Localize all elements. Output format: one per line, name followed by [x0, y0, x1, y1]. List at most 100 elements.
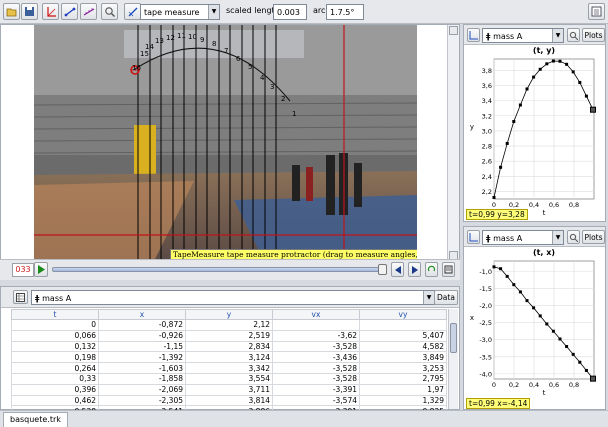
tape-tool-icon[interactable]	[124, 3, 141, 20]
x-tick-label: 0,6	[549, 201, 559, 209]
video-scene	[34, 25, 417, 261]
calibration-stick-icon[interactable]	[61, 3, 78, 20]
chevron-down-icon[interactable]: ▼	[208, 5, 219, 19]
coordinate-axes-icon[interactable]	[42, 3, 59, 20]
plot-track-select[interactable]: ǂ mass A ▼	[482, 28, 564, 43]
data-point	[578, 360, 582, 364]
chevron-down-icon[interactable]: ▼	[552, 231, 563, 244]
open-file-icon[interactable]	[3, 3, 20, 20]
table-cell: -0,872	[98, 319, 186, 331]
table-cell: 3,814	[185, 394, 273, 407]
table-row[interactable]: 0,33 -1,858 3,554 -3,528 2,795	[11, 372, 447, 385]
data-point	[538, 67, 542, 71]
table-cell: 2,834	[185, 340, 273, 353]
y-tick-label: 3,0	[482, 127, 492, 135]
table-cell: 1,329	[359, 394, 447, 407]
tape-label: 10	[188, 33, 197, 41]
table-vertical-scrollbar[interactable]	[448, 309, 458, 409]
table-cell: -1,603	[98, 362, 186, 374]
video-panel: 1 2 3 4 5 6 7 8 9 10 11 12 13 14 15 16 TapeMeasure tape…	[0, 24, 460, 280]
video-vertical-scrollbar[interactable]	[447, 25, 459, 261]
column-header[interactable]: vx	[272, 309, 360, 320]
zoom-icon[interactable]	[101, 3, 118, 20]
tool-select[interactable]: tape measure ▼	[140, 4, 220, 20]
plot-title: (t, y)	[533, 46, 555, 55]
plot-axes-icon[interactable]	[467, 230, 480, 244]
frame-number[interactable]: 033	[12, 263, 34, 277]
y-tick-label: 2,6	[482, 158, 492, 166]
table-cell: 1,97	[359, 383, 447, 396]
chevron-down-icon[interactable]: ▼	[423, 291, 434, 304]
tape-label: 6	[236, 55, 241, 63]
table-row[interactable]: 0,264 -1,603 3,342 -3,528 3,253	[11, 362, 447, 374]
plot-track-name: mass A	[493, 32, 523, 41]
data-point	[532, 306, 536, 310]
slider-thumb[interactable]	[378, 264, 387, 275]
chevron-down-icon[interactable]: ▼	[552, 29, 563, 42]
x-tick-label: 0,8	[569, 381, 579, 389]
table-cell: -3,391	[272, 383, 360, 396]
column-header[interactable]: t	[11, 309, 99, 320]
plots-button[interactable]: Plots	[582, 28, 605, 42]
scroll-thumb[interactable]	[450, 323, 457, 353]
plot-axes-icon[interactable]	[467, 28, 480, 42]
tab-basquete[interactable]: basquete.trk	[3, 412, 68, 427]
table-row[interactable]: 0,396 -2,069 3,711 -3,391 1,97	[11, 383, 447, 396]
plot-track-select[interactable]: ǂ mass A ▼	[482, 230, 564, 245]
data-point	[538, 314, 542, 318]
tape-label: 2	[281, 95, 286, 103]
video-frame[interactable]: 1 2 3 4 5 6 7 8 9 10 11 12 13 14 15 16 TapeMeasure tape…	[34, 25, 417, 261]
data-point	[565, 345, 569, 349]
settings-icon[interactable]	[442, 262, 455, 277]
plots-button[interactable]: Plots	[582, 230, 605, 244]
plot-canvas[interactable]: (t, y) 2,2 2,4 2,6 2,8 3,0 3,2 3,4 3,6 3,8 0 0,2 0,4…	[464, 45, 605, 221]
scroll-up-icon[interactable]	[449, 26, 458, 35]
table-row[interactable]: 0 -0,872 2,12	[11, 319, 447, 331]
step-forward-icon[interactable]	[408, 262, 421, 277]
x-tick-label: 0	[492, 381, 496, 389]
data-point	[532, 75, 536, 79]
table-track-name: mass A	[42, 294, 72, 303]
tape-label: 11	[177, 32, 186, 40]
table-track-select[interactable]: ǂ mass A ▼	[31, 290, 435, 305]
table-cell: 0,462	[11, 394, 99, 407]
arc-input[interactable]: 1.7.5°	[326, 4, 364, 20]
zoom-icon[interactable]	[567, 230, 580, 244]
step-back-icon[interactable]	[391, 262, 404, 277]
table-icon[interactable]	[13, 290, 28, 304]
tape-label: 7	[224, 47, 229, 55]
column-header[interactable]: y	[185, 309, 273, 320]
table-row[interactable]: 0,066 -0,926 2,519 -3,62 5,407	[11, 329, 447, 342]
tab-bar: basquete.trk	[0, 410, 608, 427]
column-header[interactable]: vy	[359, 309, 447, 320]
save-icon[interactable]	[21, 3, 38, 20]
data-point	[551, 329, 555, 333]
data-point	[590, 375, 596, 382]
table-row[interactable]: 0,462 -2,305 3,814 -3,574 1,329	[11, 394, 447, 407]
tape-measure-icon[interactable]	[80, 3, 97, 20]
data-button[interactable]: Data	[434, 290, 458, 305]
table-cell: 3,711	[185, 383, 273, 396]
frame-slider[interactable]	[52, 264, 387, 275]
table-cell: 3,253	[359, 362, 447, 374]
player-bar: 033	[0, 259, 460, 280]
plot-toolbar: ǂ mass A ▼ Plots	[464, 25, 605, 45]
zoom-icon[interactable]	[567, 28, 580, 42]
table-cell: 2,12	[185, 319, 273, 331]
loop-icon[interactable]	[425, 262, 438, 277]
table-cell: 3,849	[359, 351, 447, 364]
notes-icon[interactable]	[588, 3, 605, 20]
tape-label: 12	[166, 34, 175, 42]
table-cell: 4,582	[359, 340, 447, 353]
table-row[interactable]: 0,198 -1,392 3,124 -3,436 3,849	[11, 351, 447, 364]
column-header[interactable]: x	[98, 309, 186, 320]
plot-canvas[interactable]: (t, x) -1,0 -1,5 -2,0 -2,5 -3,0 -3,5 -4,00 0,2 0,…	[464, 247, 605, 409]
data-point	[505, 141, 509, 145]
y-axis-label: y	[470, 123, 474, 131]
scaled-length-input[interactable]: 0.003	[273, 4, 307, 20]
table-cell: -3,528	[272, 340, 360, 353]
y-tick-label: -2,0	[479, 302, 492, 310]
table-row[interactable]: 0,132 -1,15 2,834 -3,528 4,582	[11, 340, 447, 353]
play-icon[interactable]	[34, 262, 48, 277]
y-tick-label: -3,5	[479, 353, 492, 361]
